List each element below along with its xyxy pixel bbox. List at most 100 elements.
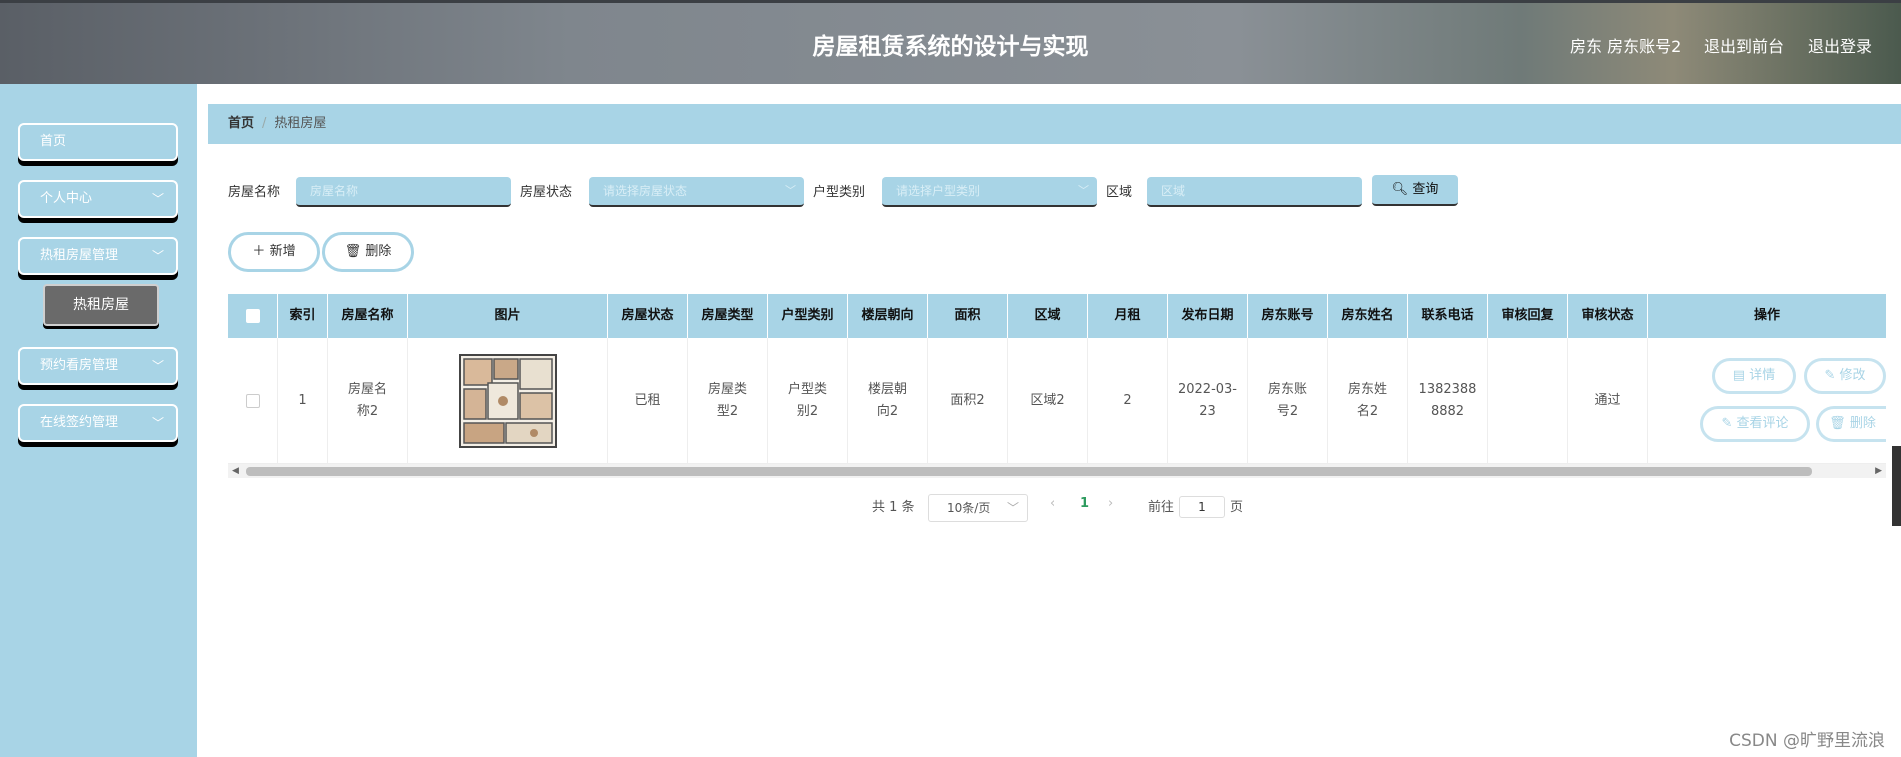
sidebar-item-contract-management[interactable]: 在线签约管理 ﹀	[18, 404, 178, 442]
edit-label: 修改	[1839, 368, 1866, 383]
breadcrumb: 首页 / 热租房屋	[208, 104, 1901, 144]
column-header: 楼层朝向	[848, 294, 928, 338]
query-button[interactable]: 🔍︎ 查询	[1372, 175, 1458, 206]
column-header: 审核回复	[1488, 294, 1568, 338]
next-page-icon[interactable]: ›	[1108, 496, 1113, 511]
logout-link[interactable]: 退出登录	[1808, 33, 1872, 57]
side-tab[interactable]	[1892, 446, 1901, 526]
region-label: 区域	[1106, 185, 1133, 200]
row-checkbox[interactable]	[228, 338, 278, 464]
table-row: 1 房屋名称2 已租 房屋类型2 户型类别2 楼层朝向2 面积2 区域2 2 2…	[228, 338, 1886, 464]
house-name-input[interactable]: 房屋名称	[296, 177, 511, 207]
chevron-down-icon: ﹀	[1078, 184, 1089, 197]
watermark: CSDN @旷野里流浪	[1729, 731, 1885, 751]
goto-page-input[interactable]: 1	[1179, 496, 1225, 518]
chevron-down-icon: ﹀	[151, 359, 164, 373]
sidebar-item-label: 预约看房管理	[40, 358, 119, 373]
house-name-label: 房屋名称	[228, 185, 281, 200]
add-button[interactable]: ＋ 新增	[228, 232, 320, 272]
prev-page-icon[interactable]: ‹	[1050, 496, 1055, 511]
sidebar-item-home[interactable]: 首页	[18, 123, 178, 161]
column-header: 房屋状态	[608, 294, 688, 338]
chevron-down-icon: ﹀	[151, 416, 164, 430]
detail-label: 详情	[1749, 368, 1776, 383]
column-header: 房屋类型	[688, 294, 768, 338]
select-all-checkbox[interactable]	[228, 294, 278, 338]
breadcrumb-home[interactable]: 首页	[228, 116, 254, 131]
document-icon: ▤	[1732, 368, 1746, 383]
region-input[interactable]: 区域	[1147, 177, 1362, 207]
sidebar-item-label: 在线签约管理	[40, 415, 119, 430]
layout-type-select[interactable]: 请选择户型类别 ﹀	[882, 177, 1097, 207]
sidebar-subitem-hot-houses[interactable]: 热租房屋	[43, 284, 159, 326]
edit-button[interactable]: ✎ 修改	[1804, 358, 1886, 394]
page-size-select[interactable]: 10条/页 ﹀	[928, 494, 1028, 522]
select-placeholder: 请选择房屋状态	[603, 184, 688, 198]
search-icon: 🔍︎	[1391, 182, 1409, 197]
detail-button[interactable]: ▤ 详情	[1712, 358, 1796, 394]
house-status-select[interactable]: 请选择房屋状态 ﹀	[589, 177, 804, 207]
house-status-label: 房屋状态	[520, 185, 573, 200]
cell-reply	[1488, 338, 1568, 464]
column-header: 图片	[408, 294, 608, 338]
cell-region: 区域2	[1008, 338, 1088, 464]
cell-layout: 户型类别2	[768, 338, 848, 464]
column-header: 房东姓名	[1328, 294, 1408, 338]
page-size-value: 10条/页	[947, 501, 991, 515]
cell-area: 面积2	[928, 338, 1008, 464]
column-header: 发布日期	[1168, 294, 1248, 338]
cell-date: 2022-03-23	[1168, 338, 1248, 464]
cell-owner-account: 房东账号2	[1248, 338, 1328, 464]
row-delete-button[interactable]: 🗑︎ 删除	[1816, 406, 1886, 442]
current-user: 房东 房东账号2	[1570, 37, 1682, 56]
back-to-front-link[interactable]: 退出到前台	[1704, 33, 1784, 57]
cell-operations: ▤ 详情 ✎ 修改 ✎ 查看评论 🗑︎ 删除	[1648, 338, 1886, 464]
column-header: 房屋名称	[328, 294, 408, 338]
cell-house-name: 房屋名称2	[328, 338, 408, 464]
horizontal-scrollbar[interactable]: ◀ ▶	[228, 464, 1886, 478]
sidebar-item-label: 个人中心	[40, 191, 93, 206]
column-header: 户型类别	[768, 294, 848, 338]
cell-phone: 13823888882	[1408, 338, 1488, 464]
cell-audit: 通过	[1568, 338, 1648, 464]
chevron-down-icon: ﹀	[1006, 501, 1019, 515]
chevron-down-icon: ﹀	[151, 192, 164, 206]
floor-plan-image[interactable]	[458, 353, 558, 449]
view-comments-label: 查看评论	[1736, 416, 1789, 431]
select-placeholder: 请选择户型类别	[896, 184, 981, 198]
column-header: 操作	[1753, 308, 1780, 323]
chevron-down-icon: ﹀	[785, 184, 796, 197]
view-comments-button[interactable]: ✎ 查看评论	[1700, 406, 1810, 442]
column-header: 月租	[1088, 294, 1168, 338]
plus-icon: ＋	[252, 244, 266, 259]
sidebar-item-profile[interactable]: 个人中心 ﹀	[18, 180, 178, 218]
trash-icon: 🗑︎	[1829, 416, 1846, 431]
column-header: 索引	[278, 294, 328, 338]
cell-rent: 2	[1088, 338, 1168, 464]
breadcrumb-current: 热租房屋	[274, 116, 327, 131]
top-header: 房屋租赁系统的设计与实现 房东 房东账号2 退出到前台 退出登录	[0, 0, 1901, 84]
layout-type-label: 户型类别	[813, 185, 866, 200]
column-header: 房东账号	[1248, 294, 1328, 338]
page-number[interactable]: 1	[1080, 496, 1089, 511]
cell-house-type: 房屋类型2	[688, 338, 768, 464]
cell-index: 1	[278, 338, 328, 464]
sidebar-item-viewing-management[interactable]: 预约看房管理 ﹀	[18, 347, 178, 385]
column-header: 审核状态	[1568, 294, 1648, 338]
delete-label: 删除	[365, 244, 392, 259]
cell-owner-name: 房东姓名2	[1328, 338, 1408, 464]
delete-button[interactable]: 🗑︎ 删除	[322, 232, 414, 272]
scroll-right-icon[interactable]: ▶	[1875, 464, 1882, 478]
pager-total: 共 1 条	[872, 500, 915, 515]
sidebar-item-label: 热租房屋管理	[40, 248, 119, 263]
sidebar-item-house-management[interactable]: 热租房屋管理 ﹀	[18, 237, 178, 275]
cell-floor: 楼层朝向2	[848, 338, 928, 464]
scroll-left-icon[interactable]: ◀	[232, 464, 239, 478]
column-header: 区域	[1008, 294, 1088, 338]
cell-image	[408, 338, 608, 464]
chevron-up-icon: ﹀	[151, 249, 164, 263]
trash-icon: 🗑︎	[344, 244, 362, 259]
column-header: 联系电话	[1408, 294, 1488, 338]
goto-label: 前往	[1148, 500, 1175, 515]
scrollbar-thumb[interactable]	[246, 467, 1812, 476]
